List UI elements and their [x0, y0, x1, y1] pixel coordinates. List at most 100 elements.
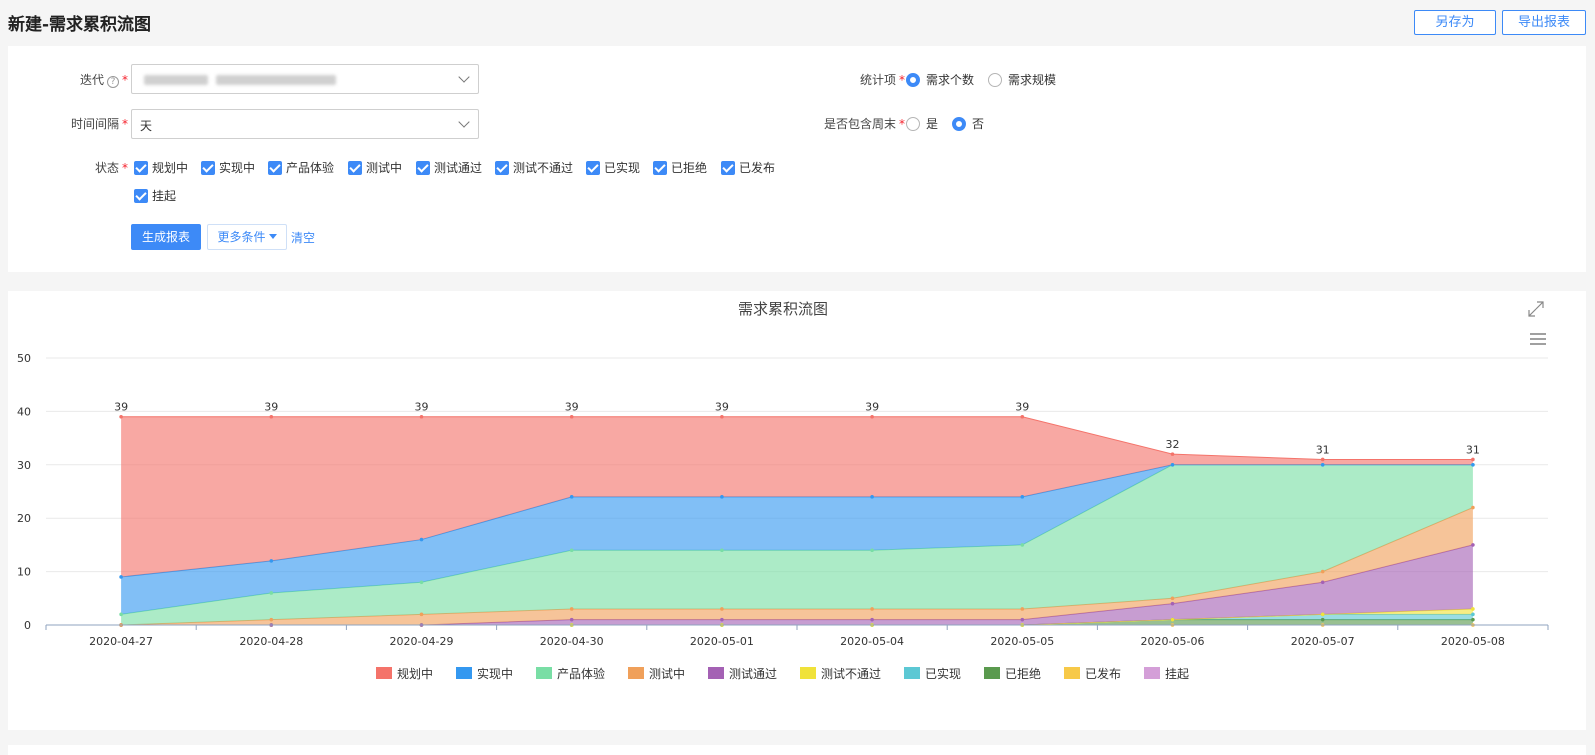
- generate-report-button[interactable]: 生成报表: [131, 224, 201, 250]
- legend-label: 测试中: [649, 666, 685, 681]
- status-checkbox-testing[interactable]: 测试中: [348, 159, 402, 176]
- stat-label-text: 统计项: [859, 73, 896, 87]
- data-point[interactable]: [1170, 596, 1175, 601]
- data-point[interactable]: [1320, 463, 1325, 467]
- legend-item[interactable]: 规划中: [376, 666, 433, 681]
- total-label: 39: [865, 401, 879, 414]
- data-point[interactable]: [720, 617, 724, 622]
- data-point[interactable]: [1170, 463, 1175, 467]
- data-point[interactable]: [720, 607, 724, 611]
- checkbox-checked-icon: [653, 161, 667, 175]
- status-checkbox-implemented[interactable]: 已实现: [586, 159, 640, 176]
- legend-item[interactable]: 测试通过: [708, 666, 777, 681]
- data-point[interactable]: [870, 414, 874, 419]
- status-checkbox-test-passed[interactable]: 测试通过: [416, 159, 482, 176]
- legend-item[interactable]: 实现中: [456, 666, 513, 681]
- data-point[interactable]: [1320, 569, 1325, 574]
- status-checkbox-planning[interactable]: 规划中: [134, 159, 188, 176]
- data-point[interactable]: [870, 607, 874, 611]
- x-tick-label: 2020-05-06: [1141, 635, 1205, 648]
- radio-selected-icon: [952, 117, 966, 131]
- data-point[interactable]: [1020, 414, 1025, 419]
- help-icon[interactable]: ?: [107, 76, 119, 88]
- legend-swatch: [628, 667, 644, 679]
- data-point[interactable]: [1170, 601, 1175, 606]
- data-point[interactable]: [720, 495, 724, 499]
- data-point[interactable]: [720, 414, 724, 419]
- data-point[interactable]: [119, 575, 123, 579]
- status-checkbox-released[interactable]: 已发布: [721, 159, 775, 176]
- legend-item[interactable]: 测试中: [628, 666, 685, 681]
- data-point[interactable]: [419, 414, 424, 419]
- chart-panel: 需求累积流图 0 10 20 30 40 50 2020-04-27 2020-04-28 20…: [8, 291, 1586, 730]
- legend-item[interactable]: 产品体验: [536, 666, 605, 681]
- x-tick-label: 2020-05-05: [990, 635, 1054, 648]
- data-point[interactable]: [269, 414, 274, 419]
- data-point[interactable]: [1471, 607, 1475, 611]
- legend-item[interactable]: 已拒绝: [984, 666, 1041, 681]
- data-point[interactable]: [569, 617, 574, 622]
- data-point[interactable]: [1320, 580, 1325, 585]
- data-point[interactable]: [269, 559, 274, 563]
- data-point[interactable]: [1320, 617, 1325, 622]
- stat-radio-count[interactable]: 需求个数: [906, 71, 974, 88]
- clear-link[interactable]: 清空: [291, 229, 315, 246]
- more-conditions-button[interactable]: 更多条件: [207, 224, 287, 250]
- data-point[interactable]: [119, 612, 123, 617]
- data-point[interactable]: [1170, 617, 1175, 622]
- data-point[interactable]: [720, 548, 724, 553]
- data-point[interactable]: [1170, 452, 1175, 456]
- data-point[interactable]: [419, 537, 424, 542]
- status-checkbox-suspended[interactable]: 挂起: [134, 187, 176, 204]
- total-label: 39: [565, 401, 579, 414]
- data-point[interactable]: [419, 580, 424, 585]
- status-checkbox-rejected[interactable]: 已拒绝: [653, 159, 707, 176]
- cumulative-flow-chart: 需求累积流图 0 10 20 30 40 50 2020-04-27 2020-04-28 20…: [17, 300, 1549, 681]
- interval-select[interactable]: 天: [131, 109, 479, 139]
- legend-item[interactable]: 挂起: [1144, 667, 1189, 681]
- checkbox-checked-icon: [416, 161, 430, 175]
- menu-icon[interactable]: [1530, 333, 1546, 345]
- expand-icon[interactable]: [1528, 301, 1544, 317]
- weekend-radio-no[interactable]: 否: [952, 115, 984, 132]
- legend-item[interactable]: 测试不通过: [800, 666, 881, 681]
- status-checkbox-implementing[interactable]: 实现中: [201, 159, 255, 176]
- data-point[interactable]: [870, 548, 874, 553]
- data-point[interactable]: [419, 612, 424, 617]
- status-checkbox-test-failed[interactable]: 测试不通过: [495, 159, 573, 176]
- export-report-button[interactable]: 导出报表: [1502, 10, 1586, 35]
- stat-option-label: 需求规模: [1008, 73, 1057, 87]
- data-point[interactable]: [870, 617, 874, 622]
- legend-label: 规划中: [397, 666, 433, 681]
- data-point[interactable]: [1471, 457, 1475, 462]
- data-point[interactable]: [1320, 457, 1325, 462]
- status-checkbox-product-review[interactable]: 产品体验: [268, 159, 334, 176]
- status-label: 状态 *: [95, 159, 128, 176]
- stat-radio-size[interactable]: 需求规模: [988, 71, 1056, 88]
- data-point[interactable]: [1020, 617, 1025, 622]
- total-label: 31: [1316, 443, 1330, 456]
- iteration-select[interactable]: [131, 64, 479, 94]
- data-point[interactable]: [1471, 612, 1475, 617]
- data-point[interactable]: [269, 617, 274, 622]
- data-point[interactable]: [1471, 463, 1475, 467]
- data-point[interactable]: [269, 591, 274, 595]
- data-point[interactable]: [569, 414, 574, 419]
- data-point[interactable]: [569, 495, 574, 499]
- data-point[interactable]: [870, 495, 874, 499]
- save-as-button[interactable]: 另存为: [1414, 10, 1496, 35]
- data-point[interactable]: [119, 414, 123, 419]
- data-point[interactable]: [1471, 543, 1475, 547]
- legend-item[interactable]: 已实现: [904, 666, 961, 681]
- data-point[interactable]: [1471, 505, 1475, 510]
- weekend-radio-yes[interactable]: 是: [906, 115, 938, 132]
- data-point[interactable]: [1320, 612, 1325, 617]
- data-point[interactable]: [569, 607, 574, 611]
- radio-unselected-icon: [988, 73, 1002, 87]
- data-point[interactable]: [1020, 543, 1025, 547]
- data-point[interactable]: [569, 548, 574, 553]
- legend-item[interactable]: 已发布: [1064, 666, 1121, 681]
- data-point[interactable]: [1471, 617, 1475, 622]
- data-point[interactable]: [1020, 495, 1025, 499]
- data-point[interactable]: [1020, 607, 1025, 611]
